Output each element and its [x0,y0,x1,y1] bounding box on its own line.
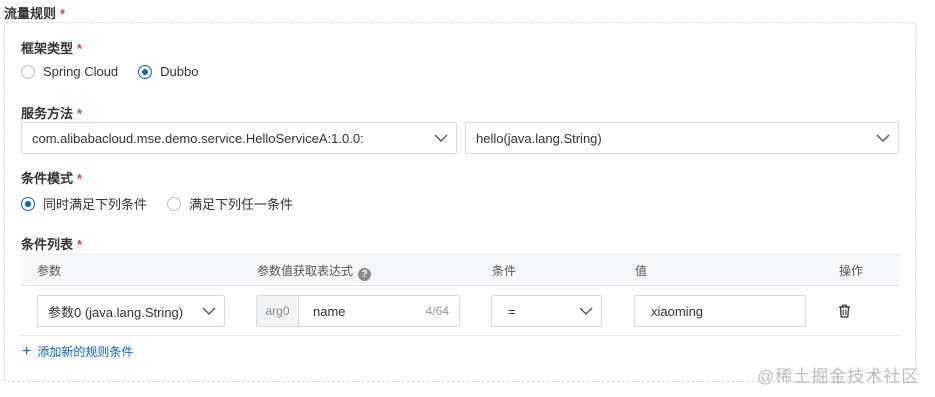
help-icon[interactable]: ? [358,268,372,281]
framework-label-text: 框架类型 [21,41,74,56]
column-header-action: 操作 [839,264,864,278]
required-mark: * [77,41,83,56]
service-method-label-text: 服务方法 [21,106,74,121]
radio-circle[interactable] [167,196,182,211]
radio-label: 满足下列任一条件 [189,197,294,212]
radio-match-all[interactable]: 同时满足下列条件 [21,194,147,213]
plus-icon: + [22,342,32,360]
radio-dubbo[interactable]: Dubbo [138,64,198,79]
section-title-text: 流量规则 [4,6,57,21]
value-input[interactable]: xiaoming [634,295,806,327]
trash-icon[interactable] [838,304,851,321]
service-select[interactable]: com.alibabacloud.mse.demo.service.HelloS… [21,122,457,154]
value-input-text: xiaoming [651,303,704,319]
radio-circle-selected[interactable] [138,64,153,79]
column-header-expression-text: 参数值获取表达式 [257,264,354,278]
table-row: 参数0 (java.lang.String) arg0 name 4/64 = … [21,286,901,336]
radio-label: 同时满足下列条件 [43,197,148,212]
condition-select[interactable]: = [491,295,602,327]
condition-list-label-text: 条件列表 [21,237,74,252]
service-select-value: com.alibabacloud.mse.demo.service.HelloS… [32,130,364,146]
condition-select-value: = [508,303,516,319]
condition-list-label: 条件列表 * [21,234,82,253]
watermark: @稀土掘金技术社区 [757,367,920,386]
chevron-down-icon [194,307,224,315]
radio-circle[interactable] [21,64,35,79]
column-header-value: 值 [635,264,648,278]
expression-input-group[interactable]: arg0 name 4/64 [256,295,460,327]
expression-input[interactable]: name [299,304,426,319]
add-rule-label: 添加新的规则条件 [37,345,134,359]
condition-table-header: 参数 参数值获取表达式? 条件 值 操作 [21,253,901,286]
condition-mode-label-text: 条件模式 [21,171,74,186]
chevron-down-icon [426,134,456,142]
expression-prefix: arg0 [257,296,299,326]
add-rule-condition-button[interactable]: + 添加新的规则条件 [22,343,133,360]
required-mark: * [77,171,83,186]
column-header-expression: 参数值获取表达式? [257,262,372,281]
chevron-down-icon [571,307,601,315]
section-title: 流量规则 * [4,3,65,22]
required-mark: * [77,237,83,252]
framework-label: 框架类型 * [21,38,82,57]
column-header-condition: 条件 [492,264,517,278]
radio-label: Spring Cloud [43,64,119,79]
method-select[interactable]: hello(java.lang.String) [465,122,899,154]
condition-mode-label: 条件模式 * [21,168,82,187]
required-mark: * [60,6,66,21]
param-select-value: 参数0 (java.lang.String) [48,304,184,320]
radio-spring-cloud[interactable]: Spring Cloud [21,64,118,79]
chevron-down-icon [868,134,898,142]
method-select-value: hello(java.lang.String) [476,130,602,146]
service-method-label: 服务方法 * [21,103,82,122]
radio-label: Dubbo [160,64,199,79]
param-select[interactable]: 参数0 (java.lang.String) [37,295,225,327]
radio-circle-selected[interactable] [21,196,35,211]
column-header-param: 参数 [37,264,62,278]
required-mark: * [77,106,83,121]
radio-match-any[interactable]: 满足下列任一条件 [167,194,293,213]
condition-mode-radio-group: 同时满足下列条件 满足下列任一条件 [21,194,313,213]
traffic-rule-panel: 框架类型 * Spring Cloud Dubbo 服务方法 * com.aliba… [4,22,916,382]
framework-radio-group: Spring Cloud Dubbo [21,64,218,79]
character-counter: 4/64 [425,304,449,318]
